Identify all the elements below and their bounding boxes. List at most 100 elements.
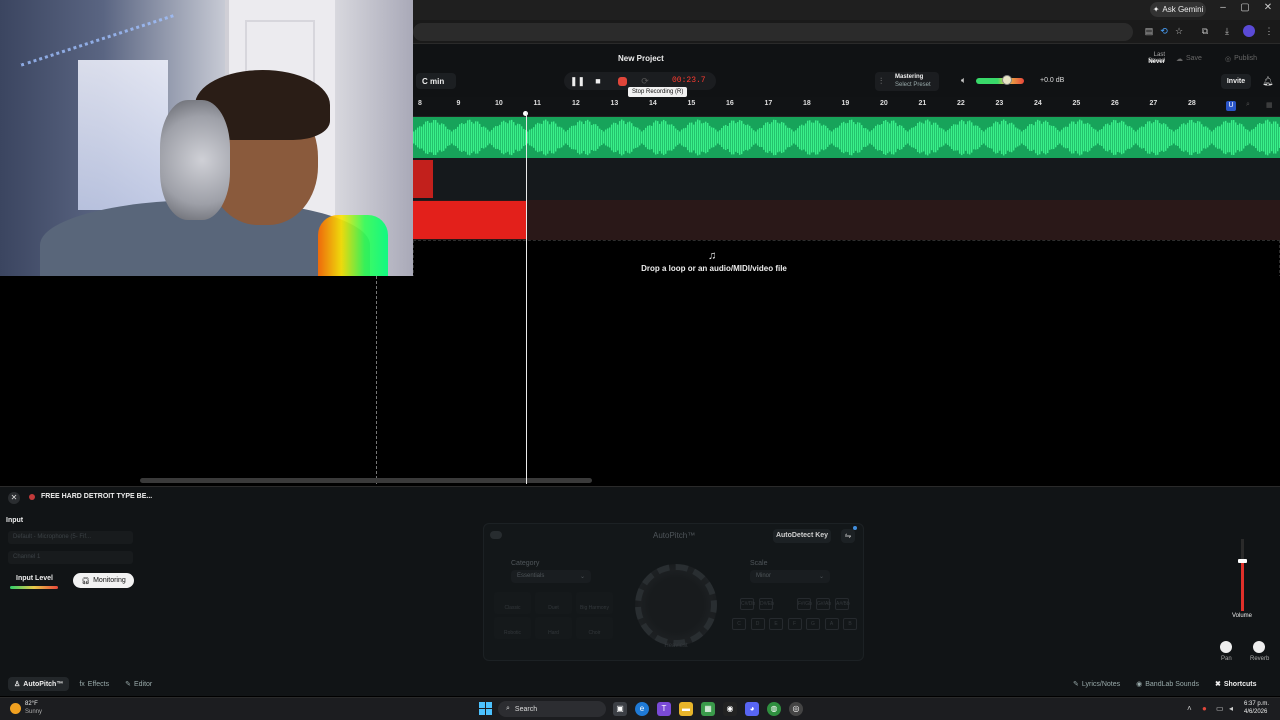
mastering-button[interactable]: ⫶ Mastering Select Preset bbox=[875, 72, 939, 91]
master-volume-thumb[interactable] bbox=[1002, 75, 1013, 85]
chrome-icon[interactable]: ◍ bbox=[767, 702, 781, 716]
reverb-knob[interactable] bbox=[1253, 641, 1265, 653]
note-key[interactable]: F bbox=[787, 618, 802, 630]
waveform-bar bbox=[853, 122, 855, 153]
edge-icon[interactable]: e bbox=[635, 702, 649, 716]
audio-track-recording[interactable] bbox=[413, 200, 1280, 240]
maximize-button[interactable]: ▢ bbox=[1235, 2, 1255, 13]
note-key[interactable]: A bbox=[824, 618, 839, 630]
shortcuts-button[interactable]: ✖ Shortcuts bbox=[1210, 677, 1262, 691]
tab-effects[interactable]: fx Effects bbox=[73, 677, 115, 691]
note-key[interactable]: B bbox=[843, 618, 857, 630]
master-volume-slider[interactable] bbox=[976, 75, 1024, 85]
note-key[interactable]: D#/Eb bbox=[759, 598, 774, 610]
project-title[interactable]: New Project bbox=[618, 54, 664, 63]
weather-temperature[interactable]: 82°F bbox=[25, 701, 38, 707]
tray-overflow-icon[interactable]: ˄ bbox=[1187, 704, 1192, 713]
autodetect-key-button[interactable]: AutoDetect Key bbox=[773, 529, 831, 543]
minimize-button[interactable]: – bbox=[1213, 2, 1233, 13]
stop-icon[interactable]: ■ bbox=[592, 75, 604, 87]
scale-select[interactable]: Minor ⌄ bbox=[750, 570, 830, 583]
input-channel-select[interactable]: Channel 1 bbox=[8, 551, 133, 564]
publish-button[interactable]: ◎ Publish bbox=[1225, 51, 1257, 66]
save-button[interactable]: ☁︎ Save bbox=[1176, 51, 1202, 66]
volume-tray-icon[interactable]: ◂ bbox=[1229, 704, 1233, 713]
autopitch-amount-knob[interactable] bbox=[635, 564, 717, 646]
record-icon[interactable] bbox=[618, 77, 627, 86]
network-icon[interactable]: ▭ bbox=[1216, 704, 1224, 713]
note-key[interactable]: E bbox=[769, 618, 783, 630]
style-big-harmony[interactable]: Big Harmony bbox=[576, 592, 613, 614]
note-key[interactable]: D bbox=[750, 618, 765, 630]
tab-autopitch[interactable]: ♙ AutoPitch™ bbox=[8, 677, 70, 691]
lyrics-notes-button[interactable]: ✎ Lyrics/Notes bbox=[1068, 677, 1125, 691]
horizontal-scrollbar[interactable] bbox=[140, 478, 592, 483]
style-choir[interactable]: Choir bbox=[576, 617, 613, 639]
address-bar[interactable] bbox=[413, 23, 1133, 41]
discord-icon[interactable]: ◕ bbox=[745, 702, 759, 716]
sun-icon[interactable] bbox=[10, 703, 21, 714]
audio-track-vocal[interactable] bbox=[413, 158, 1280, 200]
category-select[interactable]: Essentials ⌄ bbox=[511, 570, 591, 583]
note-key[interactable]: C bbox=[732, 618, 746, 630]
timeline-empty-area[interactable] bbox=[0, 276, 1280, 486]
volume-thumb[interactable] bbox=[1238, 559, 1247, 563]
track-name[interactable]: FREE HARD DETROIT TYPE BE... bbox=[41, 493, 152, 500]
pause-icon[interactable]: ❚❚ bbox=[570, 75, 585, 87]
waveform-bar bbox=[1263, 123, 1265, 152]
style-duet[interactable]: Duet bbox=[535, 592, 572, 614]
input-device-select[interactable]: Default - Microphone (5- Fif... bbox=[8, 531, 133, 544]
file-explorer-icon[interactable]: ▬ bbox=[679, 702, 693, 716]
style-hard[interactable]: Hard bbox=[535, 617, 572, 639]
store-icon[interactable]: ▦ bbox=[701, 702, 715, 716]
style-robotic[interactable]: Robotic bbox=[494, 617, 531, 639]
track-volume-fader[interactable] bbox=[1241, 539, 1244, 611]
monitoring-button[interactable]: 🎧︎ Monitoring bbox=[73, 573, 134, 588]
translate-icon[interactable]: ⟲ bbox=[1158, 25, 1170, 37]
vocal-clip[interactable] bbox=[413, 160, 433, 198]
note-key[interactable]: F#/Gb bbox=[797, 598, 812, 610]
pan-knob[interactable] bbox=[1220, 641, 1232, 653]
clock-date[interactable]: 4/6/2026 bbox=[1244, 709, 1267, 715]
tab-editor[interactable]: ✎ Editor bbox=[119, 677, 158, 691]
windows-start-icon[interactable] bbox=[479, 702, 492, 715]
notification-bell-icon[interactable]: 🔔︎ bbox=[1262, 76, 1273, 87]
note-key[interactable]: G bbox=[806, 618, 820, 630]
recording-clip[interactable] bbox=[413, 201, 526, 239]
app-icon[interactable]: ◉ bbox=[723, 702, 737, 716]
close-window-button[interactable]: ✕ bbox=[1258, 2, 1278, 13]
autopitch-toggle[interactable] bbox=[490, 531, 502, 539]
taskbar-search[interactable]: ⌕ Search bbox=[498, 701, 606, 717]
zoom-icon[interactable]: ⌕ bbox=[1246, 101, 1250, 109]
key-selector[interactable]: C min bbox=[416, 73, 456, 89]
magnet-icon[interactable]: U bbox=[1226, 101, 1236, 111]
style-classic[interactable]: Classic bbox=[494, 592, 531, 614]
browser-menu-icon[interactable]: ⋮ bbox=[1263, 25, 1275, 37]
drop-zone[interactable]: ♫ Drop a loop or an audio/MIDI/video fil… bbox=[413, 240, 1280, 278]
ask-gemini-button[interactable]: ✦ Ask Gemini bbox=[1150, 2, 1206, 17]
invite-button[interactable]: Invite bbox=[1221, 74, 1251, 89]
mic-tray-icon[interactable]: ● bbox=[1202, 704, 1207, 713]
note-key[interactable]: A#/Bb bbox=[835, 598, 850, 610]
grid-icon[interactable]: ▦ bbox=[1266, 101, 1273, 109]
speaker-icon[interactable]: 🔈︎ bbox=[961, 75, 966, 86]
app-icon-2[interactable]: ◎ bbox=[789, 702, 803, 716]
extensions-icon[interactable]: ⧉ bbox=[1199, 25, 1211, 37]
close-panel-button[interactable]: ✕ bbox=[8, 492, 20, 504]
note-key[interactable]: G#/Ab bbox=[816, 598, 831, 610]
profile-avatar-icon[interactable] bbox=[1243, 25, 1255, 37]
note-key[interactable]: C#/Db bbox=[740, 598, 755, 610]
loop-icon[interactable]: ⟳ bbox=[639, 75, 651, 87]
reading-mode-icon[interactable]: ▤ bbox=[1143, 25, 1155, 37]
audio-track-beat[interactable] bbox=[413, 117, 1280, 158]
bookmark-star-icon[interactable]: ☆ bbox=[1173, 25, 1185, 37]
ruler-tick: 28 bbox=[1188, 100, 1196, 107]
timeline-ruler[interactable]: 8 9 10 11 12 13 14 15 16 17 18 19 20 21 22 23 24 25 26 27 28… bbox=[413, 97, 1280, 117]
bandlab-sounds-button[interactable]: ◉ BandLab Sounds bbox=[1131, 677, 1204, 691]
task-view-icon[interactable]: ▣ bbox=[613, 702, 627, 716]
weather-description[interactable]: Sunny bbox=[25, 709, 42, 715]
clock-time[interactable]: 6:37 p.m. bbox=[1244, 701, 1269, 707]
autopitch-settings-icon[interactable]: ⇋ bbox=[841, 529, 855, 543]
teams-icon[interactable]: T bbox=[657, 702, 671, 716]
download-icon[interactable]: ⤓ bbox=[1221, 25, 1233, 37]
